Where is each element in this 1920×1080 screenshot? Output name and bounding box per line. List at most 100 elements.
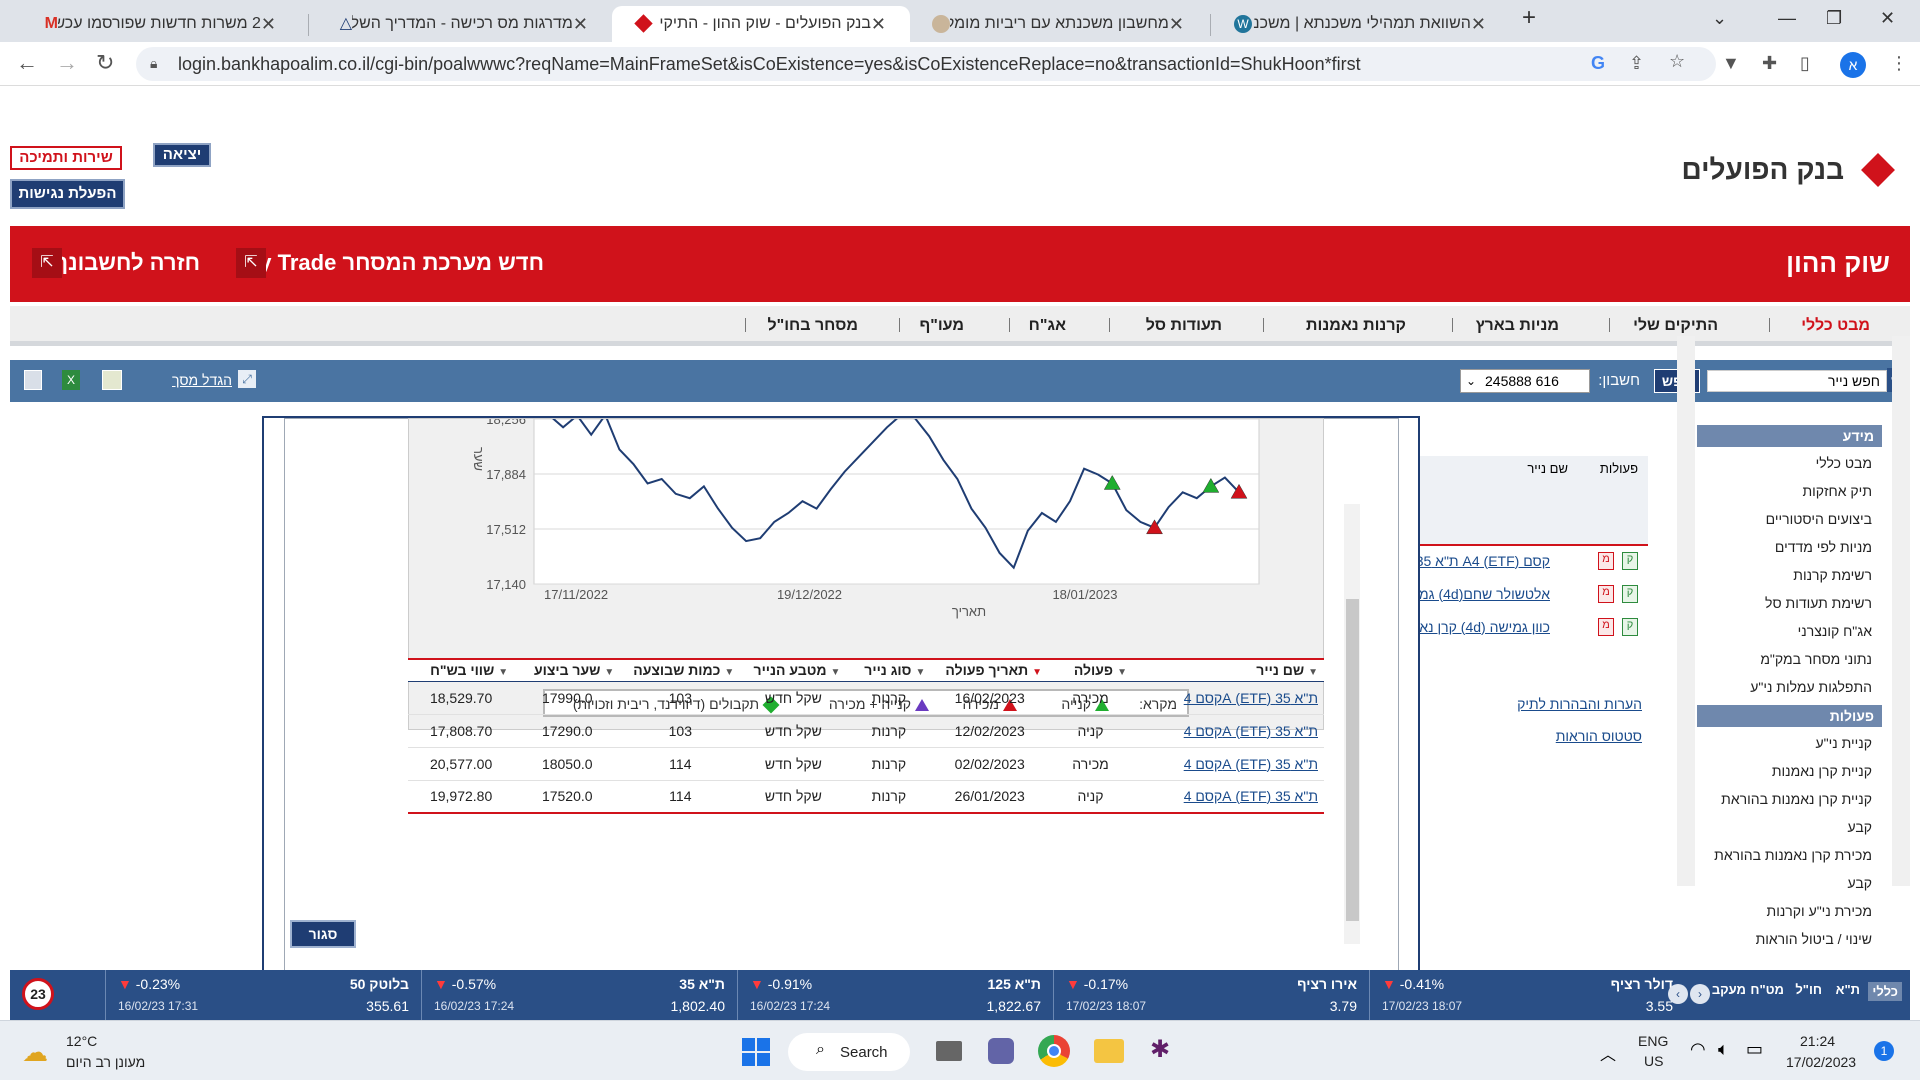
language-region[interactable]: US [1644, 1053, 1663, 1069]
col-exec-price[interactable]: ▼שער ביצוע [514, 658, 621, 682]
url-text[interactable]: login.bankhapoalim.co.il/cgi-bin/poalwww… [178, 54, 1361, 75]
show-hidden-icons-chevron-icon[interactable]: ︿ [1600, 1041, 1616, 1065]
sidebar-item[interactable]: מניות לפי מדדים [1702, 533, 1872, 561]
nav-foreign-trading[interactable]: מסחר בחו"ל [767, 317, 858, 335]
mytrade-link[interactable]: חדש מערכת המסחר My Trade [241, 250, 544, 276]
wifi-icon[interactable]: ◠ [1690, 1039, 1706, 1060]
excel-icon[interactable]: X [62, 370, 80, 390]
share-icon[interactable]: ⇪ [1629, 53, 1644, 74]
close-tab-icon[interactable]: ✕ [261, 14, 276, 35]
nav-overview[interactable]: מבט כללי [1801, 317, 1870, 335]
language-primary[interactable]: ENG [1638, 1033, 1668, 1049]
buy-action-icon[interactable]: ק [1622, 618, 1638, 636]
sidebar-item[interactable]: רשימת תעודות סל [1702, 589, 1872, 617]
security-link[interactable]: ת"א 35 (ETF) Aקסם 4 [1184, 690, 1318, 706]
ticker-item[interactable]: דולר רציף ▼ -0.41% 3.55 17/02/23 18:07 [1369, 970, 1685, 1020]
external-arrow-icon[interactable]: ⇱ [32, 248, 62, 278]
portfolio-notes-link[interactable]: הערות והבהרות לתיק [1517, 696, 1642, 712]
sidebar-item[interactable]: קבע [1702, 813, 1873, 841]
profile-avatar[interactable]: א [1840, 52, 1866, 78]
close-modal-button[interactable]: סגור [290, 920, 356, 948]
nav-my-portfolios[interactable]: התיקים שלי [1633, 317, 1718, 335]
ticker-tab-forex[interactable]: מט"ח [1750, 982, 1784, 997]
tab-gmail[interactable]: ✕ 2 משרות חדשות שפורסמו עכשיו M [18, 6, 300, 42]
tab-search-chevron-icon[interactable]: ⌄ [1712, 8, 1727, 29]
forward-arrow-icon[interactable]: → [56, 50, 78, 76]
sidebar-item[interactable]: קבע [1702, 869, 1873, 897]
slack-icon[interactable]: ✱ [1150, 1037, 1176, 1063]
exit-button[interactable]: יציאה [153, 143, 211, 167]
next-arrow-icon[interactable]: › [1690, 984, 1710, 1004]
col-currency[interactable]: ▼מטבע הנייר [740, 658, 847, 682]
notification-badge[interactable]: 1 [1874, 1041, 1894, 1061]
sidebar-item[interactable]: קניית קרן נאמנות [1702, 757, 1872, 785]
back-to-account-link[interactable]: חזרה לחשבונך [55, 250, 200, 276]
minimize-icon[interactable]: — [1778, 8, 1796, 29]
battery-icon[interactable]: ▭ [1746, 1039, 1763, 1060]
weather-text[interactable]: מעונן רב היום [66, 1054, 145, 1070]
extension-v-icon[interactable]: ▼ [1722, 53, 1740, 74]
enlarge-screen-icon[interactable]: ⤢ [238, 370, 256, 388]
new-tab-icon[interactable]: + [1522, 4, 1536, 32]
lock-icon[interactable]: 🔒︎ [150, 55, 157, 72]
holding-link[interactable]: אלטשולר שחם(4d) גמי [1415, 586, 1550, 602]
save-disk-icon[interactable] [24, 370, 42, 390]
sidebar-item[interactable]: התפלגות עמלות ני"ע [1702, 673, 1872, 701]
count-badge[interactable]: 23 [22, 978, 54, 1010]
sidebar-scrollbar[interactable] [1892, 336, 1910, 886]
omnibox[interactable]: 🔒︎ login.bankhapoalim.co.il/cgi-bin/poal… [136, 47, 1716, 81]
weather-cloud-icon[interactable]: ☁ [22, 1037, 48, 1068]
task-view-icon[interactable] [936, 1041, 962, 1061]
sidebar-item[interactable]: רשימת קרנות [1702, 561, 1872, 589]
security-search-input[interactable]: חפש נייר [1707, 370, 1887, 392]
nav-etfs[interactable]: תעודות סל [1146, 317, 1222, 335]
modal-scrollbar-thumb[interactable] [1346, 599, 1359, 921]
nav-bonds[interactable]: אג"ח [1029, 317, 1066, 335]
sidebar-item[interactable]: תיק אחזקות [1702, 477, 1872, 505]
holding-link[interactable]: כוון גמישה (4d) קרן נא [1419, 619, 1550, 635]
sidebar-item[interactable]: שינוי / ביטול הוראות [1702, 925, 1872, 953]
taskbar-search[interactable]: ⌕ Search [788, 1033, 910, 1071]
nav-maof[interactable]: מעו"ף [919, 317, 964, 335]
back-arrow-icon[interactable]: ← [16, 50, 38, 76]
ticker-item[interactable]: אירו רציף ▼ -0.17% 3.79 17/02/23 18:07 [1053, 970, 1369, 1020]
windows-start-icon[interactable] [742, 1038, 770, 1066]
enlarge-screen-link[interactable]: הגדל מסך [172, 372, 232, 388]
sidebar-item[interactable]: נתוני מסחר במק"מ [1702, 645, 1872, 673]
security-link[interactable]: ת"א 35 (ETF) Aקסם 4 [1184, 788, 1318, 804]
external-arrow-icon[interactable]: ⇱ [236, 248, 266, 278]
sidebar-item[interactable]: ביצועים היסטוריים [1702, 505, 1872, 533]
ticker-item[interactable]: בלוטק 50 ▼ -0.23% 355.61 16/02/23 17:31 [105, 970, 421, 1020]
sidebar-item[interactable]: מבט כללי [1702, 449, 1872, 477]
sidebar-item[interactable]: קניית ני"ע [1702, 729, 1872, 757]
close-tab-icon[interactable]: ✕ [1471, 14, 1486, 35]
tab-bank-hapoalim[interactable]: ✕ בנק הפועלים - שוק ההון - התיקי [612, 6, 910, 42]
tab-mortgage-calculator[interactable]: ✕ מחשבון משכנתא עם ריביות מומל [910, 6, 1208, 42]
ticker-tab-abroad[interactable]: חו"ל [1795, 982, 1822, 997]
close-window-icon[interactable]: ✕ [1880, 8, 1895, 29]
close-tab-icon[interactable]: ✕ [871, 14, 886, 35]
col-action[interactable]: ▼פעולה [1048, 658, 1133, 682]
nav-local-stocks[interactable]: מניות בארץ [1476, 317, 1559, 335]
ticker-tab-watch[interactable]: מעקב [1712, 982, 1746, 997]
orders-status-link[interactable]: סטטוס הוראות [1556, 728, 1642, 744]
ticker-item[interactable]: ת"א 125 ▼ -0.91% 1,822.67 16/02/23 17:24 [737, 970, 1053, 1020]
sidebar-item[interactable]: מכירת קרן נאמנות בהוראת [1702, 841, 1872, 869]
volume-icon[interactable]: 🔈︎ [1718, 1039, 1729, 1060]
tab-mortgage-compare[interactable]: ✕ השוואת תמהילי משכנתא | משכנ W [1212, 6, 1510, 42]
teams-chat-icon[interactable] [988, 1038, 1014, 1064]
google-icon[interactable]: G [1591, 53, 1605, 74]
close-tab-icon[interactable]: ✕ [1169, 14, 1184, 35]
file-explorer-icon[interactable] [1094, 1039, 1124, 1063]
holding-link[interactable]: קסם (ETF) A4 ת"א 35 [1416, 553, 1550, 569]
security-link[interactable]: ת"א 35 (ETF) Aקסם 4 [1184, 756, 1318, 772]
security-link[interactable]: ת"א 35 (ETF) Aקסם 4 [1184, 723, 1318, 739]
nav-mutual-funds[interactable]: קרנות נאמנות [1306, 317, 1406, 335]
ticker-item[interactable]: ת"א 35 ▼ -0.57% 1,802.40 16/02/23 17:24 [421, 970, 737, 1020]
sell-action-icon[interactable]: מ [1598, 552, 1614, 570]
temperature[interactable]: 12°C [66, 1033, 97, 1049]
col-security-type[interactable]: ▼סוג נייר [846, 658, 932, 682]
service-support-button[interactable]: שירות ותמיכה [10, 146, 122, 170]
sidebar-item[interactable]: אג"ח קונצרני [1702, 617, 1872, 645]
close-tab-icon[interactable]: ✕ [573, 14, 588, 35]
